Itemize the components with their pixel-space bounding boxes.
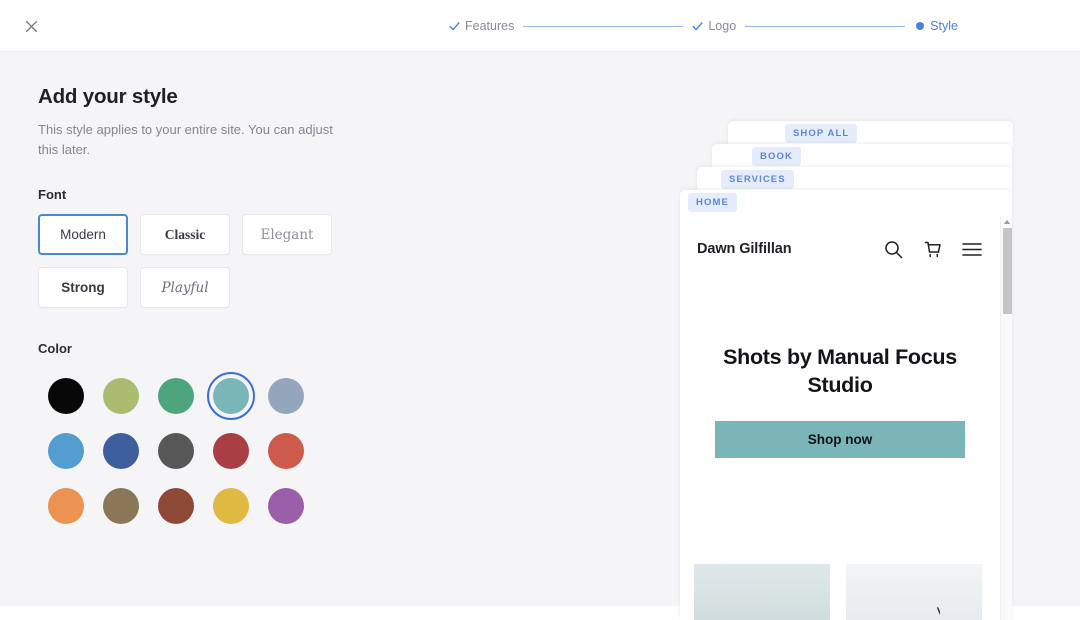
font-option-strong[interactable]: Strong bbox=[38, 267, 128, 309]
preview-tab-label: SERVICES bbox=[721, 170, 794, 189]
bird-over-mountains-photo bbox=[846, 564, 982, 620]
top-bar: Features Logo Style bbox=[0, 0, 1080, 52]
cart-icon[interactable] bbox=[923, 240, 942, 259]
preview-tab-label: HOME bbox=[688, 193, 737, 212]
color-swatch-coral[interactable] bbox=[258, 423, 313, 478]
preview-tab-home[interactable]: HOME Dawn Gilfillan Shots by Manual Focu… bbox=[680, 190, 1012, 620]
preview-scrollbar-thumb[interactable] bbox=[1003, 228, 1012, 314]
color-swatch-fill bbox=[47, 432, 84, 469]
font-option-modern[interactable]: Modern bbox=[38, 214, 128, 256]
color-swatch-gold[interactable] bbox=[203, 478, 258, 533]
color-swatch-fill bbox=[47, 487, 84, 524]
close-icon bbox=[25, 20, 37, 32]
close-button[interactable] bbox=[18, 13, 44, 39]
color-swatch-slate-blue[interactable] bbox=[258, 368, 313, 423]
step-features[interactable]: Features bbox=[449, 20, 514, 33]
color-swatch-fill bbox=[102, 377, 139, 414]
color-swatch-grid bbox=[38, 368, 313, 533]
preview-site-viewport: Dawn Gilfillan Shots by Manual Focus Stu… bbox=[680, 216, 1012, 620]
font-options-group: Modern Classic Elegant Strong Playful bbox=[38, 214, 358, 309]
preview-site-header: Dawn Gilfillan bbox=[680, 229, 1000, 269]
check-icon bbox=[449, 21, 460, 32]
step-label-logo: Logo bbox=[708, 18, 737, 33]
preview-tab-label: SHOP ALL bbox=[785, 124, 858, 143]
color-swatch-fill bbox=[157, 487, 194, 524]
preview-hero-title: Shots by Manual Focus Studio bbox=[723, 345, 957, 397]
color-swatch-fill bbox=[102, 432, 139, 469]
step-label-features: Features bbox=[465, 18, 515, 33]
color-swatch-purple[interactable] bbox=[258, 478, 313, 533]
font-option-label: Elegant bbox=[260, 226, 314, 243]
color-swatch-sky-blue[interactable] bbox=[38, 423, 93, 478]
page-title: Add your style bbox=[38, 85, 178, 108]
menu-icon[interactable] bbox=[962, 241, 982, 258]
step-style[interactable]: Style bbox=[914, 20, 958, 33]
color-swatch-fill bbox=[267, 377, 304, 414]
preview-scrollbar[interactable] bbox=[1000, 216, 1012, 620]
color-swatch-green[interactable] bbox=[148, 368, 203, 423]
font-option-label: Classic bbox=[164, 226, 206, 242]
preview-shop-now-button[interactable]: Shop now bbox=[715, 421, 965, 459]
color-swatch-brick-red[interactable] bbox=[203, 423, 258, 478]
color-swatch-fill bbox=[157, 377, 194, 414]
stepper-connector-2 bbox=[745, 25, 906, 27]
color-swatch-orange[interactable] bbox=[38, 478, 93, 533]
progress-stepper: Features Logo Style bbox=[449, 16, 958, 36]
font-option-playful[interactable]: Playful bbox=[140, 267, 230, 309]
preview-tab-label: BOOK bbox=[752, 147, 801, 166]
color-swatch-black[interactable] bbox=[38, 368, 93, 423]
bison-on-plain-photo bbox=[694, 564, 830, 620]
font-option-classic[interactable]: Classic bbox=[140, 214, 230, 256]
preview-hero: Shots by Manual Focus Studio Shop now bbox=[680, 344, 1000, 459]
color-swatch-rust-brown[interactable] bbox=[148, 478, 203, 533]
color-swatch-fill bbox=[267, 487, 304, 524]
font-option-label: Modern bbox=[60, 227, 106, 243]
color-section-label: Color bbox=[38, 341, 72, 357]
preview-photo-row bbox=[694, 564, 1000, 620]
scroll-up-arrow-icon[interactable] bbox=[1003, 219, 1011, 225]
step-logo[interactable]: Logo bbox=[692, 20, 736, 33]
font-option-elegant[interactable]: Elegant bbox=[242, 214, 332, 256]
preview-site-icons bbox=[884, 240, 982, 259]
color-swatch-sage-green[interactable] bbox=[93, 368, 148, 423]
style-settings-panel: Add your style This style applies to you… bbox=[38, 85, 458, 533]
stepper-connector-1 bbox=[523, 25, 684, 27]
color-swatch-fill bbox=[267, 432, 304, 469]
search-icon[interactable] bbox=[884, 240, 903, 259]
color-swatch-fill bbox=[212, 377, 249, 414]
check-icon bbox=[692, 21, 703, 32]
font-option-label: Strong bbox=[61, 280, 105, 296]
color-swatch-navy[interactable] bbox=[93, 423, 148, 478]
site-preview: SHOP ALL BOOK SERVICES HOME Dawn Gilfill… bbox=[680, 66, 1080, 620]
color-swatch-fill bbox=[157, 432, 194, 469]
font-option-label: Playful bbox=[161, 279, 209, 296]
color-swatch-fill bbox=[212, 487, 249, 524]
font-section-label: Font bbox=[38, 187, 67, 203]
preview-site-brand: Dawn Gilfillan bbox=[697, 241, 792, 257]
page-subtitle: This style applies to your entire site. … bbox=[38, 122, 333, 158]
color-swatch-fill bbox=[102, 487, 139, 524]
color-swatch-taupe[interactable] bbox=[93, 478, 148, 533]
color-swatch-fill bbox=[47, 377, 84, 414]
color-swatch-fill bbox=[212, 432, 249, 469]
color-swatch-teal[interactable] bbox=[203, 368, 258, 423]
dot-icon bbox=[914, 21, 925, 32]
color-swatch-dark-gray[interactable] bbox=[148, 423, 203, 478]
main-content: Add your style This style applies to you… bbox=[0, 52, 1080, 620]
step-label-style: Style bbox=[930, 18, 958, 33]
